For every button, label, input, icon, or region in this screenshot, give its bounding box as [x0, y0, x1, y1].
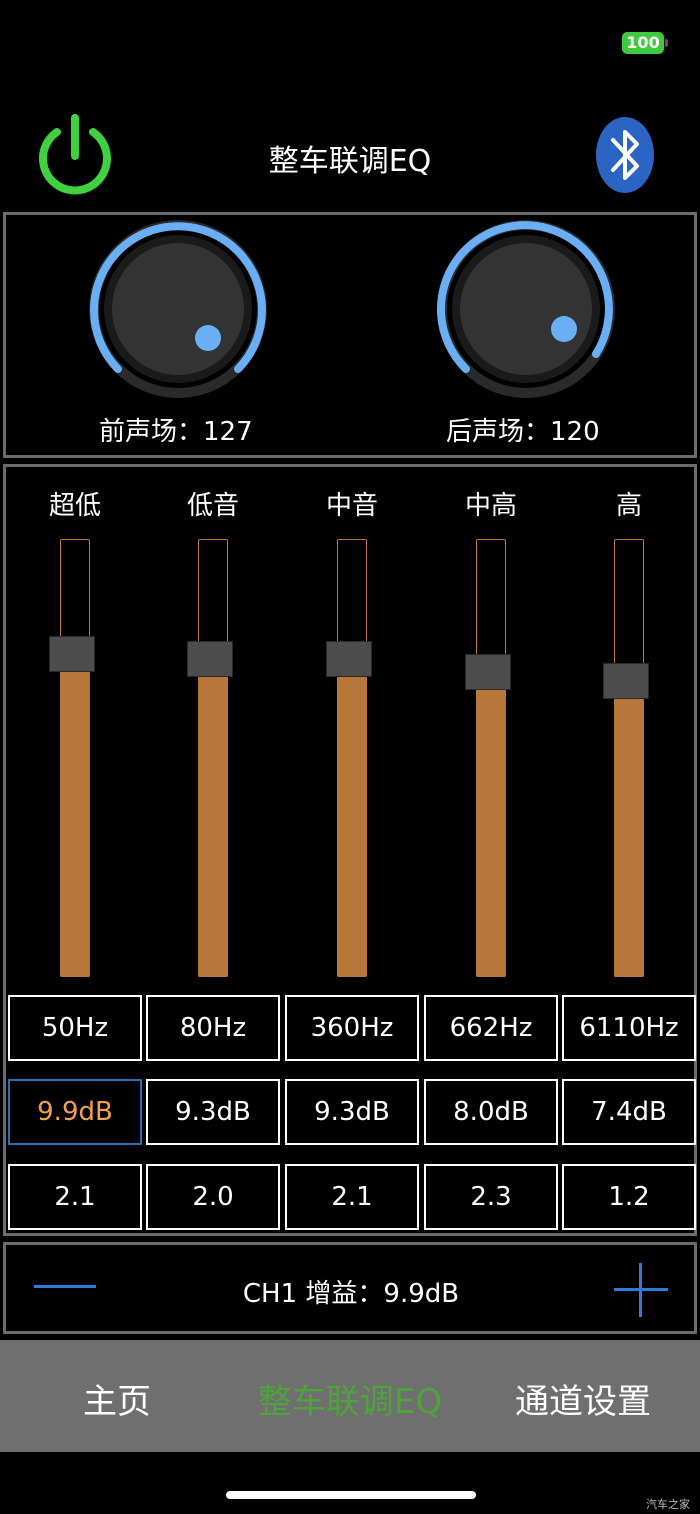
gain-cell-high[interactable]: 7.4dB	[562, 1079, 696, 1145]
band-slider-high[interactable]	[603, 539, 649, 979]
freq-cell-sub[interactable]: 50Hz	[8, 995, 142, 1061]
slider-fill	[337, 675, 367, 977]
home-indicator	[226, 1491, 476, 1499]
battery-indicator: 100	[622, 32, 664, 54]
gain-cell-sub[interactable]: 9.9dB	[8, 1079, 142, 1145]
slider-thumb[interactable]	[326, 641, 372, 677]
tab-channel-settings[interactable]: 通道设置	[468, 1374, 698, 1423]
band-name-sub: 超低	[48, 491, 101, 521]
q-cell-mid[interactable]: 2.1	[285, 1164, 419, 1230]
slider-thumb[interactable]	[603, 663, 649, 699]
slider-fill	[60, 670, 90, 977]
soundfield-panel: 前声场：127 后声场：120	[3, 212, 697, 458]
q-cell-midhigh[interactable]: 2.3	[424, 1164, 558, 1230]
q-cell-sub[interactable]: 2.1	[8, 1164, 142, 1230]
slider-fill	[476, 688, 506, 977]
rear-soundfield-knob[interactable]	[436, 219, 616, 399]
plus-icon[interactable]	[614, 1263, 668, 1317]
gain-cell-midhigh[interactable]: 8.0dB	[424, 1079, 558, 1145]
q-cell-bass[interactable]: 2.0	[146, 1164, 280, 1230]
band-slider-mid[interactable]	[326, 539, 372, 979]
watermark: 汽车之家	[646, 1498, 690, 1511]
front-soundfield-label: 前声场：127	[99, 417, 253, 447]
gain-cell-mid[interactable]: 9.3dB	[285, 1079, 419, 1145]
slider-fill	[614, 697, 644, 977]
battery-tip	[665, 39, 668, 47]
front-soundfield-knob[interactable]	[88, 219, 268, 399]
freq-cell-midhigh[interactable]: 662Hz	[424, 995, 558, 1061]
power-icon[interactable]	[33, 112, 117, 196]
slider-fill	[198, 675, 228, 977]
slider-thumb[interactable]	[187, 641, 233, 677]
q-cell-high[interactable]: 1.2	[562, 1164, 696, 1230]
freq-cell-high[interactable]: 6110Hz	[562, 995, 696, 1061]
slider-thumb[interactable]	[49, 636, 95, 672]
minus-icon[interactable]	[34, 1285, 96, 1288]
slider-thumb[interactable]	[465, 654, 511, 690]
tab-home[interactable]: 主页	[2, 1374, 232, 1423]
gain-panel: CH1 增益：9.9dB	[3, 1242, 697, 1334]
band-name-high: 高	[615, 491, 642, 521]
eq-panel: 超低 低音 中音 中高 高 50Hz 80Hz 360Hz 662Hz 6110…	[3, 464, 697, 1236]
bluetooth-icon[interactable]	[595, 116, 655, 194]
tab-bar: 主页 整车联调EQ 通道设置	[0, 1340, 700, 1452]
band-name-midhigh: 中高	[464, 491, 517, 521]
page-title: 整车联调EQ	[268, 144, 432, 179]
freq-cell-bass[interactable]: 80Hz	[146, 995, 280, 1061]
rear-soundfield-label: 后声场：120	[446, 417, 600, 447]
band-slider-midhigh[interactable]	[465, 539, 511, 979]
tab-eq[interactable]: 整车联调EQ	[235, 1374, 465, 1423]
band-name-mid: 中音	[325, 491, 378, 521]
band-slider-sub[interactable]	[49, 539, 95, 979]
gain-readout: CH1 增益：9.9dB	[242, 1279, 460, 1309]
gain-cell-bass[interactable]: 9.3dB	[146, 1079, 280, 1145]
band-name-bass: 低音	[186, 491, 239, 521]
band-slider-bass[interactable]	[187, 539, 233, 979]
freq-cell-mid[interactable]: 360Hz	[285, 995, 419, 1061]
